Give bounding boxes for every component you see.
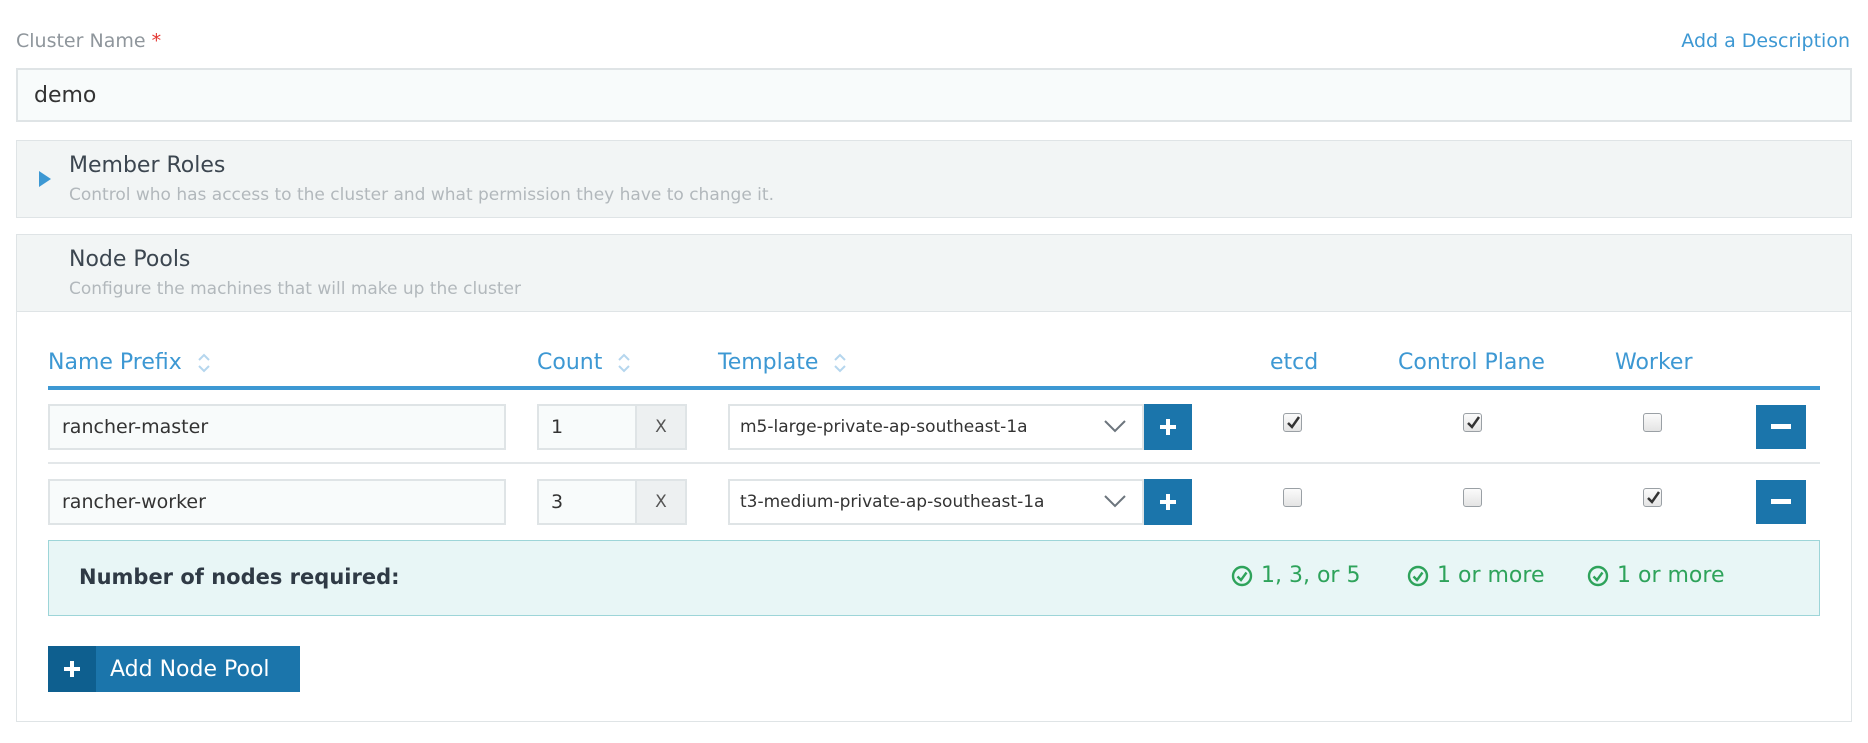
header-name-prefix[interactable]: Name Prefix (48, 350, 211, 375)
caret-right-icon[interactable] (39, 171, 51, 187)
sort-icon[interactable] (833, 351, 847, 375)
nodes-required-label: Number of nodes required: (79, 565, 400, 589)
sort-icon[interactable] (197, 351, 211, 375)
etcd-requirement: 1, 3, or 5 (1231, 563, 1360, 588)
checkmark-icon (1287, 416, 1301, 429)
check-circle-icon (1407, 565, 1429, 586)
plus-icon (1160, 494, 1176, 510)
add-node-pool-button[interactable]: Add Node Pool (48, 646, 300, 692)
member-roles-accordion[interactable]: Member Roles Control who has access to t… (16, 140, 1852, 218)
header-count[interactable]: Count (537, 350, 631, 375)
header-etcd: etcd (1270, 350, 1319, 375)
add-description-link[interactable]: Add a Description (1681, 30, 1850, 52)
template-select[interactable]: m5-large-private-ap-southeast-1a (728, 404, 1144, 450)
name-prefix-input[interactable] (48, 479, 506, 525)
chevron-down-icon (1104, 420, 1126, 433)
worker-checkbox[interactable] (1643, 488, 1662, 507)
sort-icon[interactable] (617, 351, 631, 375)
control-plane-checkbox[interactable] (1463, 413, 1482, 432)
row-divider (48, 462, 1820, 464)
count-input[interactable] (537, 479, 637, 525)
chevron-down-icon (1104, 495, 1126, 508)
node-pools-title: Node Pools (69, 247, 191, 272)
control-plane-requirement: 1 or more (1407, 563, 1544, 588)
cluster-name-input[interactable] (16, 68, 1852, 122)
multiplier-label: X (637, 479, 687, 525)
header-template[interactable]: Template (718, 350, 847, 375)
template-select-value: m5-large-private-ap-southeast-1a (740, 417, 1028, 437)
header-control-plane: Control Plane (1398, 350, 1545, 375)
member-roles-description: Control who has access to the cluster an… (69, 185, 774, 205)
worker-checkbox[interactable] (1643, 413, 1662, 432)
checkmark-icon (1467, 416, 1481, 429)
minus-icon (1771, 499, 1791, 504)
nodes-required-summary: Number of nodes required: 1, 3, or 5 1 o… (48, 540, 1820, 616)
multiplier-label: X (637, 404, 687, 450)
cluster-form: Cluster Name * Add a Description Member … (0, 0, 1868, 743)
control-plane-checkbox[interactable] (1463, 488, 1482, 507)
node-pools-accordion[interactable]: Node Pools Configure the machines that w… (16, 234, 1852, 312)
count-input[interactable] (537, 404, 637, 450)
header-divider (48, 386, 1820, 390)
add-template-button[interactable] (1144, 404, 1192, 450)
check-circle-icon (1231, 565, 1253, 586)
member-roles-title: Member Roles (69, 153, 226, 178)
checkmark-icon (1647, 491, 1661, 504)
header-worker: Worker (1615, 350, 1693, 375)
add-template-button[interactable] (1144, 479, 1192, 525)
worker-requirement: 1 or more (1587, 563, 1724, 588)
etcd-checkbox[interactable] (1283, 488, 1302, 507)
plus-icon (64, 661, 80, 677)
add-node-pool-label: Add Node Pool (110, 656, 270, 682)
node-pools-description: Configure the machines that will make up… (69, 279, 521, 299)
required-mark: * (151, 30, 162, 52)
template-select[interactable]: t3-medium-private-ap-southeast-1a (728, 479, 1144, 525)
cluster-name-label: Cluster Name * (16, 30, 162, 52)
template-select-value: t3-medium-private-ap-southeast-1a (740, 492, 1045, 512)
remove-pool-button[interactable] (1756, 480, 1806, 524)
etcd-checkbox[interactable] (1283, 413, 1302, 432)
name-prefix-input[interactable] (48, 404, 506, 450)
plus-icon (1160, 419, 1176, 435)
check-circle-icon (1587, 565, 1609, 586)
minus-icon (1771, 424, 1791, 429)
plus-icon-box (48, 646, 96, 692)
remove-pool-button[interactable] (1756, 405, 1806, 449)
